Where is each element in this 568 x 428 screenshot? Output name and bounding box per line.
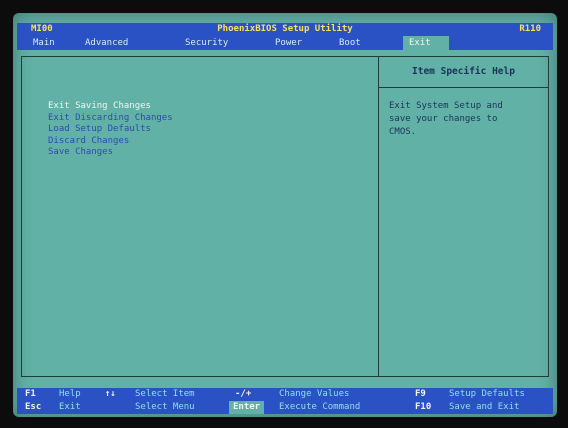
save-and-exit-label: Save and Exit bbox=[449, 402, 520, 412]
options-panel: Exit Saving Changes Exit Discarding Chan… bbox=[21, 56, 379, 377]
option-save-changes[interactable]: Save Changes bbox=[48, 147, 173, 159]
help-title: Item Specific Help bbox=[379, 57, 548, 88]
plus-minus-key: -/+ bbox=[235, 389, 252, 399]
enter-key: Enter bbox=[229, 401, 265, 414]
help-key-label: Help bbox=[59, 389, 81, 399]
version-label: R110 bbox=[519, 24, 541, 34]
tab-advanced[interactable]: Advanced bbox=[79, 36, 134, 50]
help-panel: Item Specific Help Exit System Setup and… bbox=[379, 56, 549, 377]
key-legend-bar: F1 Help ↑↓ Select Item -/+ Change Values… bbox=[17, 388, 553, 414]
change-values-label: Change Values bbox=[279, 389, 350, 399]
esc-key: Esc bbox=[25, 402, 42, 412]
tab-main[interactable]: Main bbox=[27, 36, 61, 50]
option-exit-saving-changes[interactable]: Exit Saving Changes bbox=[48, 101, 173, 113]
option-list: Exit Saving Changes Exit Discarding Chan… bbox=[48, 101, 173, 159]
exit-key-label: Exit bbox=[59, 402, 81, 412]
execute-command-label: Execute Command bbox=[279, 402, 361, 412]
tab-security[interactable]: Security bbox=[179, 36, 234, 50]
tab-power[interactable]: Power bbox=[269, 36, 308, 50]
bios-screen: MI00 PhoenixBIOS Setup Utility R110 Main… bbox=[13, 13, 557, 417]
menu-bar: Main Advanced Security Power Boot Exit bbox=[17, 36, 553, 50]
option-exit-discarding-changes[interactable]: Exit Discarding Changes bbox=[48, 113, 173, 125]
select-item-label: Select Item bbox=[135, 389, 195, 399]
setup-defaults-label: Setup Defaults bbox=[449, 389, 525, 399]
option-discard-changes[interactable]: Discard Changes bbox=[48, 136, 173, 148]
tab-boot[interactable]: Boot bbox=[333, 36, 367, 50]
f9-key: F9 bbox=[415, 389, 426, 399]
f1-key: F1 bbox=[25, 389, 36, 399]
select-menu-label: Select Menu bbox=[135, 402, 195, 412]
title-bar: MI00 PhoenixBIOS Setup Utility R110 bbox=[17, 23, 553, 36]
help-text: Exit System Setup and save your changes … bbox=[389, 101, 503, 137]
arrow-updown-icon: ↑↓ bbox=[105, 389, 116, 399]
tab-exit[interactable]: Exit bbox=[403, 36, 449, 50]
f10-key: F10 bbox=[415, 402, 432, 412]
app-title: PhoenixBIOS Setup Utility bbox=[217, 24, 353, 34]
option-load-setup-defaults[interactable]: Load Setup Defaults bbox=[48, 124, 173, 136]
